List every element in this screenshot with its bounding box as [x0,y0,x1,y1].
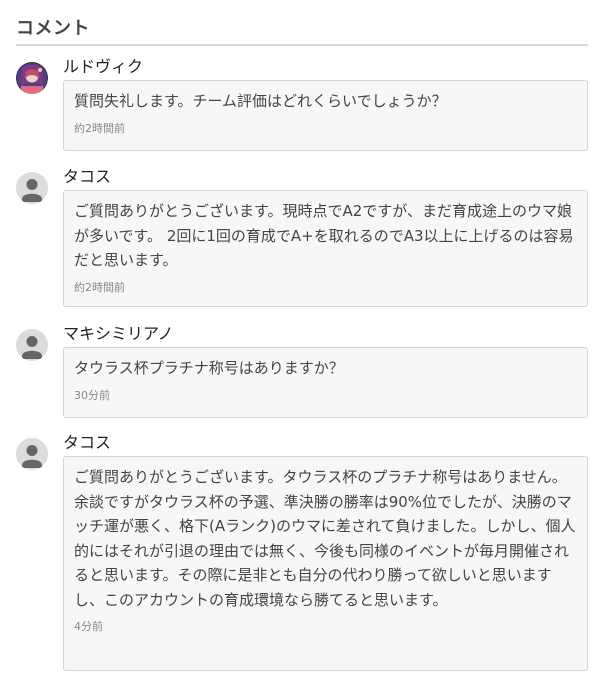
comment-timestamp: 約2時間前 [74,280,125,294]
comment-text: タウラス杯プラチナ称号はありますか？ [74,359,344,377]
comment-item: マキシミリアノ タウラス杯プラチナ称号はありますか？ 30分前 [16,324,590,418]
comment-bubble: タウラス杯プラチナ称号はありますか？ 30分前 [63,347,588,418]
comment-text: ご質問ありがとうございます。現時点でA2ですが、まだ育成途上のウマ娘が多いです。… [74,202,574,269]
comment-item: タコス ご質問ありがとうございます。現時点でA2ですが、まだ育成途上のウマ娘が多… [16,167,590,307]
comment-text: 質問失礼します。チーム評価はどれくらいでしょうか？ [74,92,447,110]
comment-bubble: ご質問ありがとうございます。タウラス杯のプラチナ称号はありません。余談ですがタウ… [63,456,588,671]
comment-section-title: コメント [16,18,90,39]
comment-timestamp: 4分前 [74,620,103,633]
comment-author[interactable]: ルドヴィク [63,57,143,77]
comment-bubble: ご質問ありがとうございます。現時点でA2ですが、まだ育成途上のウマ娘が多いです。… [63,190,588,307]
comment-timestamp: 30分前 [74,388,110,402]
comment-bubble: 質問失礼します。チーム評価はどれくらいでしょうか？ 約2時間前 [63,80,588,151]
comment-author[interactable]: タコス [63,167,111,187]
default-user-avatar-icon[interactable] [16,329,48,361]
default-user-avatar-icon[interactable] [16,438,48,470]
default-user-avatar-icon[interactable] [16,172,48,204]
comment-item: タコス ご質問ありがとうございます。タウラス杯のプラチナ称号はありません。余談で… [16,433,590,671]
comment-author[interactable]: タコス [63,433,111,453]
comment-item: ルドヴィク 質問失礼します。チーム評価はどれくらいでしょうか？ 約2時間前 [16,57,590,151]
title-divider [16,44,588,46]
comment-text: ご質問ありがとうございます。タウラス杯のプラチナ称号はありません。余談ですがタウ… [74,468,576,609]
comment-author[interactable]: マキシミリアノ [63,324,174,344]
character-portrait-avatar[interactable] [16,62,48,94]
comment-timestamp: 約2時間前 [74,121,125,135]
